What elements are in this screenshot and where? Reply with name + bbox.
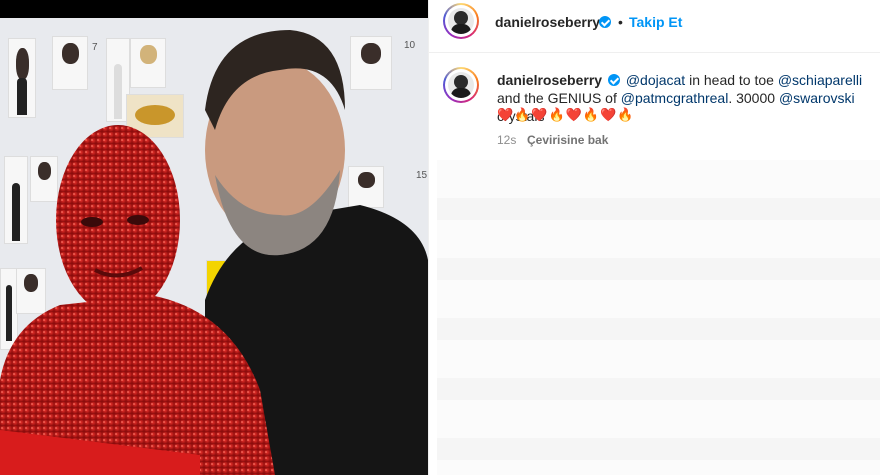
author-username[interactable]: danielroseberry: [495, 14, 600, 30]
comment-author-avatar[interactable]: [443, 67, 479, 103]
translate-button[interactable]: Çevirisine bak: [527, 133, 608, 147]
author-avatar[interactable]: [443, 3, 479, 39]
post-photo-people: [0, 30, 428, 475]
separator-dot: •: [618, 14, 623, 30]
follow-button[interactable]: Takip Et: [629, 14, 682, 30]
post-time[interactable]: 12s: [497, 133, 516, 147]
mention-schiaparelli[interactable]: @schiaparelli: [778, 72, 862, 88]
caption-username[interactable]: danielroseberry: [497, 72, 602, 88]
post-header: danielroseberry • Takip Et: [429, 0, 880, 53]
caption-text: . 30000: [728, 90, 779, 106]
mention-dojacat[interactable]: @dojacat: [626, 72, 685, 88]
mention-patmcgrathreal[interactable]: @patmcgrathreal: [621, 90, 729, 106]
post-photo[interactable]: 7 10 15: [0, 0, 428, 475]
post-side-panel: danielroseberry • Takip Et danielroseber…: [428, 0, 880, 475]
verified-badge-icon: [599, 16, 611, 28]
mention-swarovski[interactable]: @swarovski: [779, 90, 855, 106]
verified-badge-icon: [607, 74, 620, 86]
blurred-comments-area: [437, 160, 880, 475]
caption-text: and the GENIUS of: [497, 90, 621, 106]
caption-emojis: ❤️🔥❤️🔥❤️🔥❤️🔥: [497, 107, 635, 122]
caption-text: in head to toe: [685, 72, 778, 88]
comment-meta: 12s Çevirisine bak: [497, 133, 608, 147]
